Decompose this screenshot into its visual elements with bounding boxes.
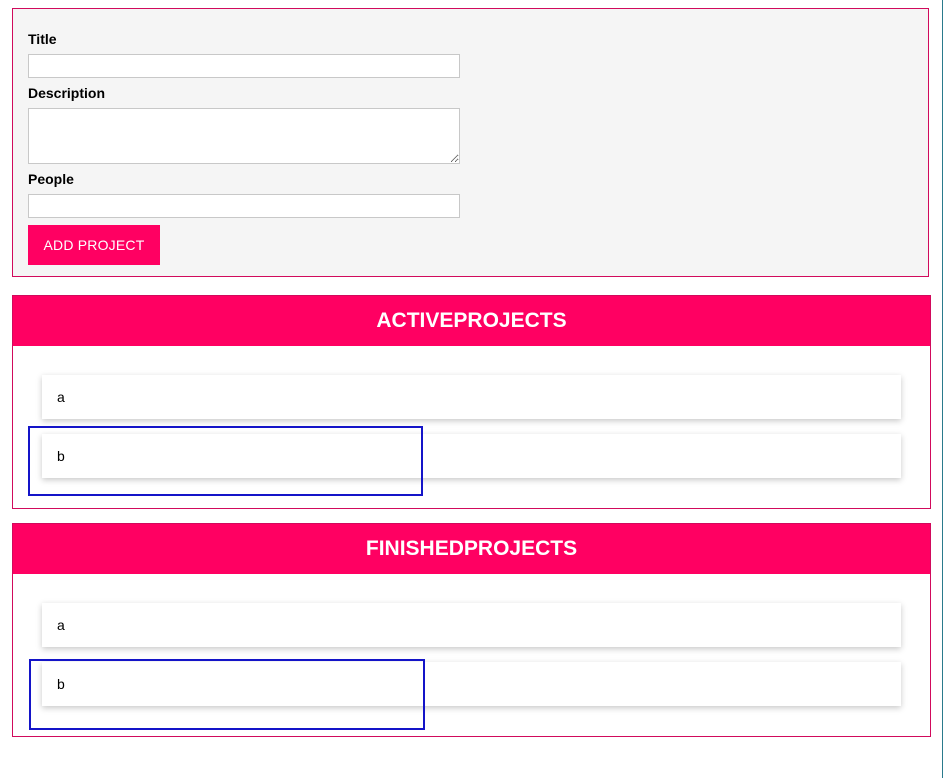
project-item-title: a (57, 389, 65, 405)
active-projects-heading: ACTIVEPROJECTS (13, 296, 930, 346)
window-edge (942, 0, 943, 778)
project-item-title: a (57, 617, 65, 633)
title-label: Title (28, 31, 57, 47)
project-item[interactable]: a (42, 375, 901, 419)
project-item[interactable]: b (42, 434, 901, 478)
project-item[interactable]: a (42, 603, 901, 647)
description-label: Description (28, 85, 106, 101)
people-input[interactable] (28, 194, 460, 218)
active-projects-section: ACTIVEPROJECTS a b (12, 295, 931, 509)
description-textarea[interactable] (28, 108, 460, 164)
finished-projects-section: FINISHEDPROJECTS a b (12, 523, 931, 737)
project-item[interactable]: b (42, 662, 901, 706)
add-project-button[interactable]: ADD PROJECT (28, 225, 160, 265)
project-item-title: b (57, 676, 65, 692)
finished-projects-heading: FINISHEDPROJECTS (13, 524, 930, 574)
project-item-title: b (57, 448, 65, 464)
people-label: People (28, 171, 74, 187)
title-input[interactable] (28, 54, 460, 78)
project-input-form: Title Description People ADD PROJECT (12, 8, 929, 277)
